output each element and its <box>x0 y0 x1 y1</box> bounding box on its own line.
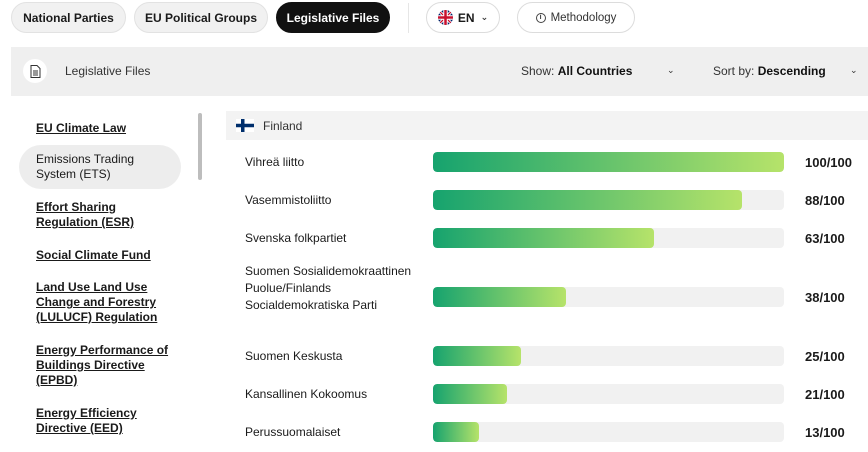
score-value: 25/100 <box>805 348 845 364</box>
score-bar-track <box>433 152 784 172</box>
sidebar-item-lulucf[interactable]: Land Use Land Use Change and Forestry (L… <box>19 280 181 325</box>
score-bar-track <box>433 384 784 404</box>
tab-label: Legislative Files <box>286 10 380 25</box>
language-selector[interactable]: EN ⌄ <box>426 2 500 33</box>
nav-divider <box>408 3 409 33</box>
score-bar-fill <box>433 152 784 172</box>
party-row: Vasemmistoliitto 88/100 <box>226 181 868 219</box>
party-row: Svenska folkpartiet 63/100 <box>226 219 868 257</box>
score-bar-fill <box>433 346 521 366</box>
methodology-button[interactable]: i Methodology <box>517 2 635 33</box>
tab-label: National Parties <box>23 10 114 25</box>
finland-flag-icon <box>236 119 254 132</box>
tab-national-parties[interactable]: National Parties <box>11 2 126 33</box>
language-label: EN <box>457 10 475 25</box>
score-bar-fill <box>433 287 567 307</box>
party-name: Vasemmistoliitto <box>245 192 332 207</box>
sort-value: Descending <box>757 64 826 78</box>
party-row: Suomen Sosialidemokraattinen Puolue/Finl… <box>226 257 868 337</box>
score-bar-track <box>433 228 784 248</box>
party-name: Svenska folkpartiet <box>245 230 347 245</box>
score-value: 88/100 <box>805 192 845 208</box>
score-value: 13/100 <box>805 424 845 440</box>
chevron-down-icon[interactable]: ⌄ <box>850 65 858 76</box>
chevron-down-icon[interactable]: ⌄ <box>667 65 675 76</box>
info-icon: i <box>535 12 546 23</box>
party-row: Suomen Keskusta 25/100 <box>226 337 868 375</box>
score-bar-track <box>433 287 784 307</box>
chevron-down-icon: ⌄ <box>480 12 489 22</box>
score-bar-fill <box>433 190 742 210</box>
uk-flag-icon <box>437 10 453 25</box>
country-name: Finland <box>263 118 303 133</box>
party-row: Perussuomalaiset 13/100 <box>226 413 868 451</box>
sidebar-item-esr[interactable]: Effort Sharing Regulation (ESR) <box>19 200 181 230</box>
score-bar-fill <box>433 384 507 404</box>
score-bar-track <box>433 346 784 366</box>
party-name: Kansallinen Kokoomus <box>245 386 368 401</box>
filter-toolbar: Legislative Files Show: All Countries ⌄ … <box>11 47 868 96</box>
score-value: 63/100 <box>805 230 845 246</box>
party-name: Perussuomalaiset <box>245 424 341 439</box>
sidebar-item-eed[interactable]: Energy Efficiency Directive (EED) <box>19 406 181 436</box>
sidebar-item-ets[interactable]: Emissions Trading System (ETS) <box>19 145 181 189</box>
country-header: Finland <box>226 111 868 140</box>
methodology-label: Methodology <box>550 11 617 24</box>
party-name: Vihreä liitto <box>245 154 305 169</box>
party-row: Kansallinen Kokoomus 21/100 <box>226 375 868 413</box>
top-navigation: National Parties EU Political Groups Leg… <box>0 0 868 38</box>
sidebar-item-eu-climate-law[interactable]: EU Climate Law <box>19 121 181 136</box>
score-value: 100/100 <box>805 154 852 170</box>
sidebar-item-epbd[interactable]: Energy Performance of Buildings Directiv… <box>19 343 181 388</box>
toolbar-title: Legislative Files <box>65 64 151 78</box>
show-filter-dropdown[interactable]: Show: All Countries <box>521 64 632 78</box>
tab-eu-political-groups[interactable]: EU Political Groups <box>134 2 268 33</box>
score-bar-track <box>433 422 784 442</box>
show-value: All Countries <box>557 64 633 78</box>
party-name: Suomen Keskusta <box>245 348 343 363</box>
legislative-files-sidebar: EU Climate Law Emissions Trading System … <box>0 110 205 452</box>
score-value: 38/100 <box>805 289 845 305</box>
document-icon <box>23 59 47 83</box>
score-value: 21/100 <box>805 386 845 402</box>
score-bar-track <box>433 190 784 210</box>
tab-label: EU Political Groups <box>144 10 258 25</box>
sort-prefix: Sort by: <box>713 64 755 78</box>
show-prefix: Show: <box>521 64 555 78</box>
sort-dropdown[interactable]: Sort by: Descending <box>713 64 826 78</box>
score-bar-fill <box>433 422 479 442</box>
score-bar-fill <box>433 228 655 248</box>
party-name: Suomen Sosialidemokraattinen Puolue/Finl… <box>245 264 412 312</box>
tab-legislative-files[interactable]: Legislative Files <box>276 2 390 33</box>
sidebar-scrollbar[interactable] <box>198 113 202 180</box>
party-row: Vihreä liitto 100/100 <box>226 143 868 181</box>
sidebar-item-social-climate-fund[interactable]: Social Climate Fund <box>19 248 181 263</box>
